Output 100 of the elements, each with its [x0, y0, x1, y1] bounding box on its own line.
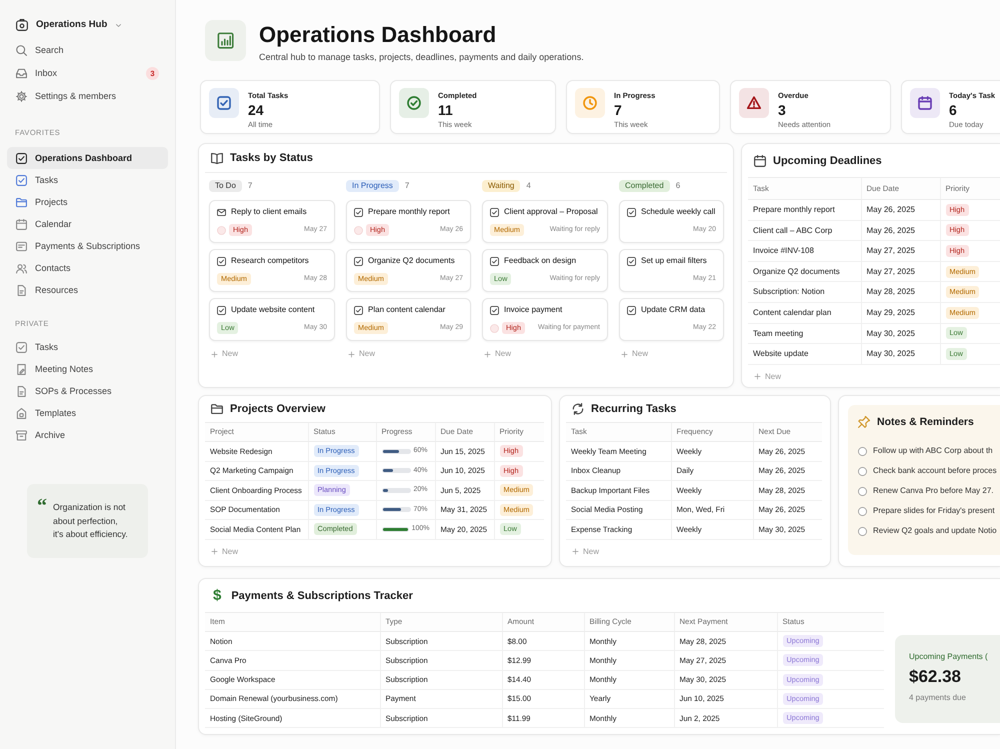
chevron-down-icon	[115, 22, 122, 28]
stat-value: 6	[949, 102, 958, 118]
circle-checkbox-icon[interactable]	[858, 506, 867, 516]
checkbox-icon	[354, 208, 363, 216]
sidebar-item[interactable]: Search	[7, 39, 168, 62]
sidebar-item[interactable]: Contacts	[7, 257, 168, 279]
document-icon	[16, 386, 27, 396]
sidebar-item[interactable]: Payments & Subscriptions	[7, 235, 168, 257]
plus-icon	[484, 350, 491, 358]
task-title: Invoice payment	[504, 305, 562, 315]
table-cell: May 27, 2025	[861, 240, 940, 262]
sidebar-item[interactable]: Resources	[7, 279, 168, 301]
task-count: 4	[526, 181, 531, 191]
checkbox-icon	[627, 256, 636, 266]
plus-icon	[348, 350, 355, 358]
summary-amount: $62.38	[909, 667, 962, 687]
table-cell: Website update	[748, 344, 861, 364]
circle-icon	[217, 226, 226, 234]
task-title: Set up email filters	[641, 256, 707, 266]
sidebar-item[interactable]: Settings & members	[7, 85, 168, 108]
checkbox-icon	[217, 306, 226, 314]
task-title: Reply to client emails	[231, 207, 307, 217]
envelope-icon	[217, 208, 226, 216]
people-icon	[16, 262, 27, 274]
note-text: Follow up with ABC Corp about th	[873, 446, 993, 456]
task-title: Update website content	[231, 305, 315, 315]
task-title: Research competitors	[231, 256, 309, 266]
table-cell: May 30, 2025	[861, 323, 940, 344]
task-count: 6	[676, 181, 680, 191]
circle-checkbox-icon[interactable]	[858, 446, 867, 456]
status-tag: Waiting	[482, 180, 520, 192]
briefcase-icon	[16, 19, 28, 31]
note-text: Renew Canva Pro before May 27.	[873, 486, 994, 496]
table-cell: May 29, 2025	[861, 302, 940, 324]
table-cell: Client call – ABC Corp	[748, 220, 861, 241]
bar-chart-icon	[205, 20, 246, 61]
table-cell: Organize Q2 documents	[748, 261, 861, 282]
plus-icon	[754, 373, 761, 380]
task-count: 7	[248, 181, 252, 191]
stat-value: 24	[248, 102, 265, 118]
note-text: Prepare slides for Friday's present	[873, 506, 995, 516]
table-cell: May 28, 2025	[861, 282, 940, 302]
summary-title: Upcoming Payments (	[909, 651, 989, 663]
panel-title: Upcoming Deadlines	[773, 154, 882, 168]
panel-title: Tasks by Status	[230, 151, 313, 165]
sidebar-item[interactable]: Meeting Notes	[7, 358, 168, 380]
dollar-icon: $	[213, 588, 222, 604]
workspace-switcher[interactable]: Operations Hub	[7, 14, 168, 36]
search-icon	[16, 45, 27, 56]
checkbox-icon	[490, 208, 499, 216]
circle-checkbox-icon[interactable]	[858, 466, 867, 476]
table-cell: Subscription: Notion	[748, 282, 861, 302]
refresh-icon	[572, 403, 584, 415]
task-title: Schedule weekly call	[641, 207, 716, 217]
task-title: Update CRM data	[641, 305, 706, 315]
panel-title: Recurring Tasks	[591, 402, 676, 416]
table-cell: May 27, 2025	[861, 261, 940, 282]
task-title: Prepare monthly report	[368, 207, 450, 217]
sidebar-item[interactable]: Calendar	[7, 213, 168, 235]
warning-icon	[739, 88, 769, 118]
sidebar-item[interactable]: Projects	[7, 191, 168, 213]
checkbox-icon	[16, 152, 27, 164]
archive-icon	[16, 430, 27, 440]
task-title: Feedback on design	[504, 256, 576, 266]
stat-value: 7	[614, 102, 623, 118]
circle-checkbox-icon[interactable]	[858, 526, 867, 536]
sidebar-item[interactable]: SOPs & Processes	[7, 380, 168, 402]
clock-icon	[575, 88, 605, 118]
table-cell: May 26, 2025	[861, 200, 940, 220]
checkbox-icon	[217, 256, 226, 266]
calendar-icon	[910, 88, 940, 118]
stat-value: 3	[778, 102, 787, 118]
sidebar-item[interactable]: Archive	[7, 424, 168, 446]
stat-value: 11	[438, 102, 454, 118]
book-icon	[211, 152, 223, 164]
page-subtitle: Central hub to manage tasks, projects, deadlines, payments and daily operations.	[259, 51, 584, 63]
sidebar-item[interactable]: Tasks	[7, 336, 168, 358]
table-cell: May 26, 2025	[861, 220, 940, 241]
sidebar-item[interactable]: Templates	[7, 402, 168, 424]
sidebar-item[interactable]: Tasks	[7, 169, 168, 191]
plus-icon	[621, 350, 628, 358]
plus-icon	[572, 548, 579, 555]
table-cell: Team meeting	[748, 323, 861, 344]
circle-checkbox-icon[interactable]	[858, 486, 867, 496]
inbox-icon	[16, 68, 27, 79]
table-cell: Content calendar plan	[748, 302, 861, 324]
task-title: Organize Q2 documents	[368, 256, 455, 266]
checkbox-icon	[490, 256, 499, 266]
document-icon	[16, 284, 27, 296]
note-text: Review Q2 goals and update Notio	[873, 526, 997, 536]
status-tag: Completed	[619, 180, 670, 192]
checkbox-icon	[627, 208, 636, 216]
sidebar-item[interactable]: Operations Dashboard	[7, 147, 168, 169]
checkbox-icon	[16, 342, 27, 352]
checkbox-icon	[354, 256, 363, 266]
calendar-icon	[754, 154, 766, 166]
quote-text: Organization is not about perfection, it's about efficiency.	[53, 501, 128, 541]
panel-title: Projects Overview	[230, 402, 326, 416]
checkbox-icon	[354, 306, 363, 314]
table-cell: May 30, 2025	[861, 344, 940, 364]
